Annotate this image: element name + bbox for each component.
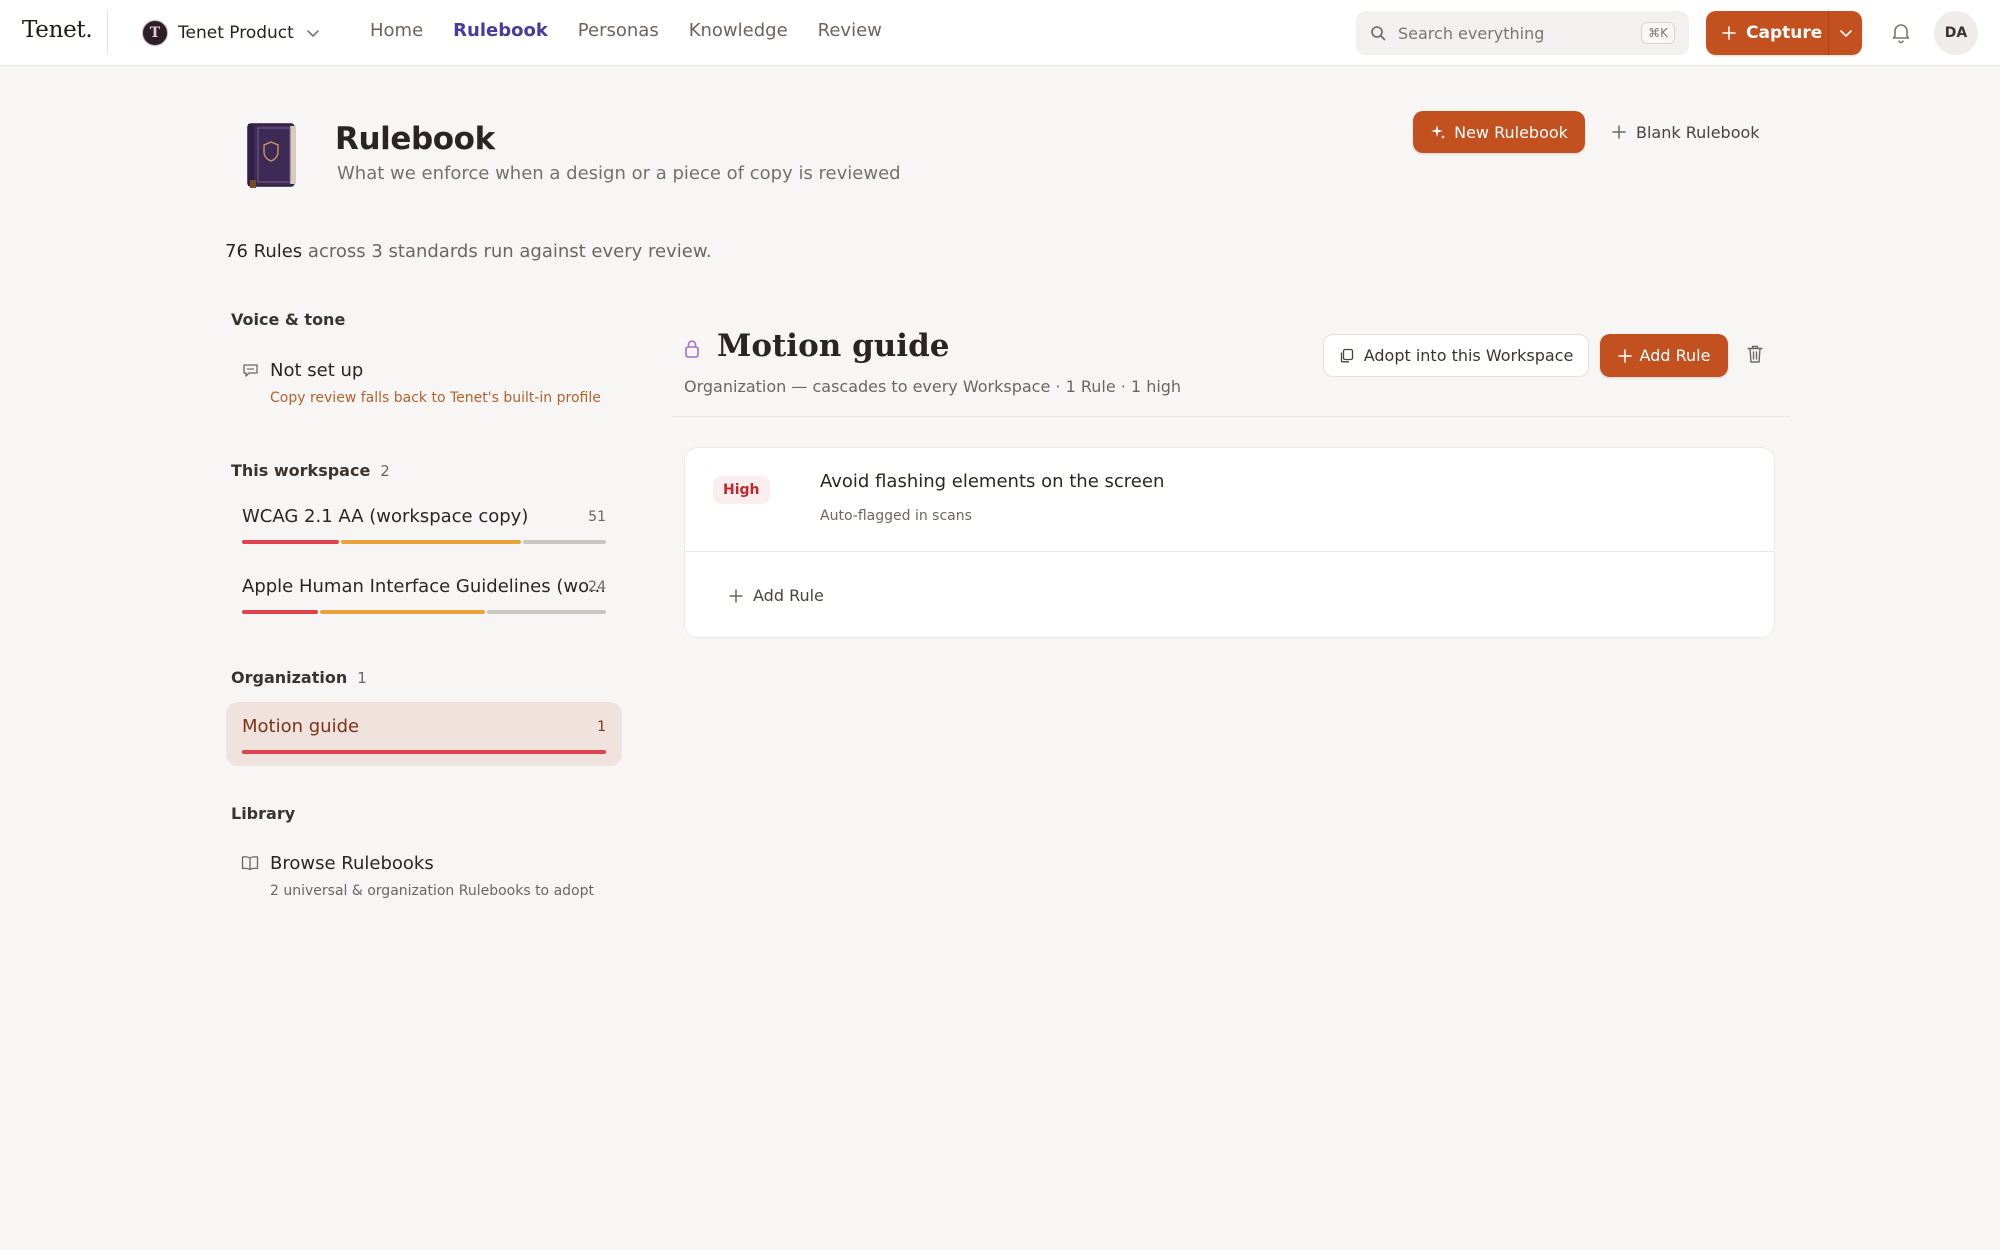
- capture-button[interactable]: Capture: [1706, 11, 1828, 55]
- blank-rulebook-label: Blank Rulebook: [1636, 122, 1760, 142]
- sidebar-item-motion-guide[interactable]: Motion guide 1: [226, 702, 622, 766]
- new-rulebook-label: New Rulebook: [1454, 122, 1568, 142]
- search-icon: [1371, 26, 1386, 41]
- severity-bar-medium: [341, 540, 522, 544]
- sidebar-item-apple-hig[interactable]: Apple Human Interface Guidelines (wo... …: [226, 562, 622, 626]
- bell-icon[interactable]: [1889, 20, 1913, 44]
- nav-review[interactable]: Review: [818, 20, 882, 41]
- workspace-switcher[interactable]: T Tenet Product: [142, 19, 320, 47]
- browse-rulebooks-subtitle: 2 universal & organization Rulebooks to …: [270, 883, 594, 899]
- plus-icon: [1722, 26, 1736, 40]
- severity-bar: [242, 540, 606, 544]
- search-box[interactable]: ⌘K: [1356, 11, 1689, 55]
- plus-icon: [1612, 125, 1626, 139]
- section-label-organization: Organization 1: [231, 668, 367, 687]
- rule-subtitle: Auto-flagged in scans: [820, 508, 972, 524]
- standard-count: 24: [588, 579, 606, 595]
- nav-personas[interactable]: Personas: [578, 20, 659, 41]
- severity-bar-high: [242, 540, 340, 544]
- rules-card: High Avoid flashing elements on the scre…: [684, 447, 1775, 638]
- sidebar-item-wcag[interactable]: WCAG 2.1 AA (workspace copy) 51: [226, 492, 622, 556]
- capture-label: Capture: [1746, 23, 1823, 43]
- rules-count: 76 Rules: [225, 241, 303, 262]
- brand-divider: [107, 10, 108, 54]
- capture-button-group: Capture: [1706, 11, 1862, 55]
- standard-name: Apple Human Interface Guidelines (wo...: [242, 576, 606, 597]
- voice-tone-title: Not set up: [270, 360, 364, 381]
- page-subtitle: What we enforce when a design or a piece…: [337, 163, 901, 184]
- speech-bubble-icon: [243, 364, 258, 377]
- section-workspace-text: This workspace: [231, 461, 371, 480]
- severity-bar-high: [242, 750, 606, 754]
- adopt-workspace-button[interactable]: Adopt into this Workspace: [1323, 334, 1589, 377]
- plus-icon: [1617, 348, 1632, 363]
- adopt-label: Adopt into this Workspace: [1363, 346, 1574, 365]
- workspace-logo-letter: T: [149, 25, 161, 41]
- rulebook-book-icon: [247, 123, 296, 188]
- standard-meta: Organization — cascades to every Workspa…: [684, 377, 1182, 396]
- section-workspace-count: 2: [380, 462, 390, 480]
- severity-bar: [242, 610, 606, 614]
- voice-tone-subtitle: Copy review falls back to Tenet's built-…: [270, 390, 601, 406]
- browse-rulebooks-title: Browse Rulebooks: [270, 853, 434, 874]
- sparkle-icon: [1431, 125, 1446, 139]
- lock-icon: [685, 340, 699, 358]
- blank-rulebook-button[interactable]: Blank Rulebook: [1612, 111, 1760, 153]
- standard-count: 51: [588, 509, 606, 525]
- rule-title: Avoid flashing elements on the screen: [820, 471, 1165, 492]
- page-title: Rulebook: [335, 121, 495, 157]
- chevron-down-icon: [307, 30, 319, 38]
- main-nav: Home Rulebook Personas Knowledge Review: [370, 20, 912, 41]
- standard-count: 1: [597, 719, 606, 735]
- workspace-logo: T: [142, 20, 168, 46]
- top-bar: Tenet. T Tenet Product Home Rulebook Per…: [0, 0, 2000, 66]
- rule-row[interactable]: High Avoid flashing elements on the scre…: [685, 448, 1774, 552]
- chevron-down-icon: [1839, 30, 1852, 38]
- standard-name: Motion guide: [242, 716, 360, 737]
- user-avatar[interactable]: DA: [1934, 11, 1978, 55]
- add-rule-button[interactable]: Add Rule: [1600, 334, 1728, 377]
- severity-bar-high: [242, 610, 318, 614]
- standard-title: Motion guide: [717, 328, 950, 364]
- plus-icon: [729, 588, 743, 603]
- nav-home[interactable]: Home: [370, 20, 423, 41]
- section-label-workspace: This workspace 2: [231, 461, 390, 480]
- section-label-voice: Voice & tone: [231, 310, 346, 329]
- add-rule-inline-label: Add Rule: [753, 586, 824, 605]
- rules-summary: 76 Rules across 3 standards run against …: [225, 241, 712, 262]
- section-label-library: Library: [231, 804, 296, 823]
- severity-bar-low: [487, 610, 606, 614]
- trash-icon[interactable]: [1746, 344, 1764, 364]
- search-shortcut: ⌘K: [1641, 22, 1675, 44]
- copy-icon: [1340, 348, 1353, 363]
- severity-bar: [242, 750, 606, 754]
- section-organization-text: Organization: [231, 668, 348, 687]
- section-organization-count: 1: [357, 669, 367, 687]
- workspace-name: Tenet Product: [178, 23, 294, 43]
- nav-rulebook[interactable]: Rulebook: [453, 20, 548, 41]
- severity-badge: High: [713, 476, 770, 504]
- header-divider: [672, 416, 1790, 417]
- severity-bar-medium: [319, 610, 486, 614]
- open-book-icon: [241, 856, 259, 871]
- add-rule-inline-button[interactable]: Add Rule: [729, 586, 824, 605]
- new-rulebook-button[interactable]: New Rulebook: [1413, 111, 1585, 153]
- capture-dropdown-button[interactable]: [1829, 11, 1862, 55]
- severity-bar-low: [523, 540, 606, 544]
- nav-knowledge[interactable]: Knowledge: [689, 20, 788, 41]
- brand-logo[interactable]: Tenet.: [22, 17, 93, 43]
- add-rule-label: Add Rule: [1639, 346, 1711, 365]
- search-input[interactable]: [1398, 23, 1642, 43]
- rules-summary-rest: across 3 standards run against every rev…: [302, 241, 712, 262]
- standard-name: WCAG 2.1 AA (workspace copy): [242, 506, 529, 527]
